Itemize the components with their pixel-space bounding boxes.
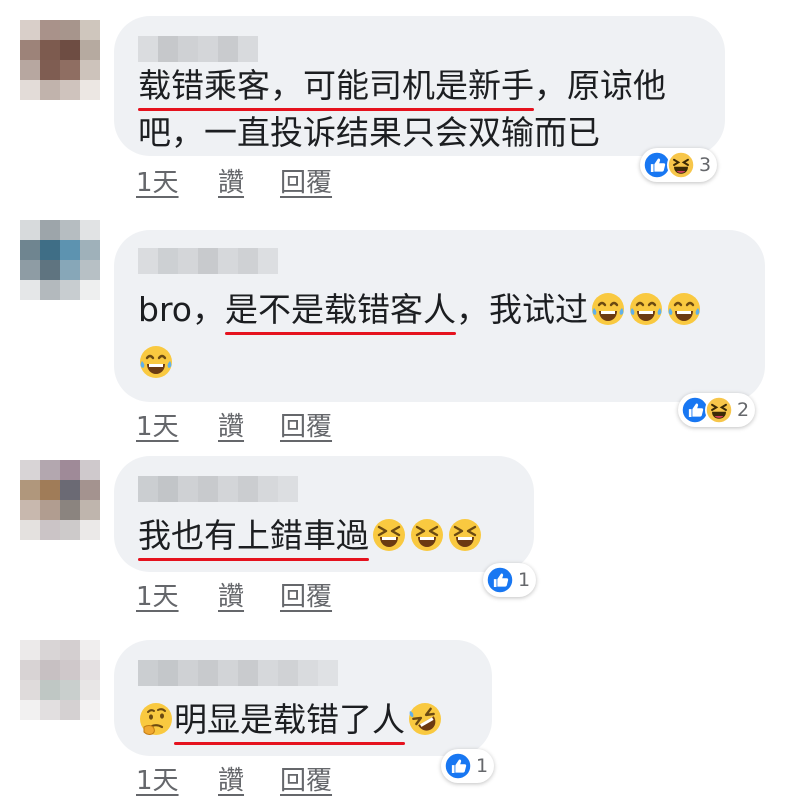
underlined-text: 载错乘客，可能司机是新手 [138,62,534,111]
like-button[interactable]: 讚 [218,576,244,613]
comment-text: bro，是不是载错客人，我试过 [138,286,702,386]
like-button[interactable]: 讚 [218,162,244,199]
timestamp-link[interactable]: 1天 [136,760,179,797]
reaction-count: 1 [476,755,489,777]
reaction-summary[interactable]: 3 [640,148,718,182]
haha-icon [667,151,695,179]
laughing-emoji-icon [371,517,407,553]
avatar[interactable] [20,220,100,300]
reaction-count: 2 [737,399,750,421]
reply-button[interactable]: 回覆 [280,162,332,199]
reaction-summary[interactable]: 2 [678,393,756,427]
laughing-emoji-icon [409,517,445,553]
rofl-emoji-icon [407,701,443,737]
comment-text: 明显是载错了人 [138,696,443,745]
underlined-text: 明显是载错了人 [174,696,405,745]
reaction-count: 1 [518,569,531,591]
like-icon [444,752,472,780]
joy-emoji-icon [138,344,174,380]
laughing-emoji-icon [447,517,483,553]
like-button[interactable]: 讚 [218,760,244,797]
avatar[interactable] [20,640,100,720]
comment-bubble: 明显是载错了人 [114,640,492,756]
timestamp-link[interactable]: 1天 [136,162,179,199]
joy-emoji-icon [628,291,664,327]
underlined-text: 我也有上錯車過 [138,512,369,561]
timestamp-link[interactable]: 1天 [136,406,179,443]
reaction-summary[interactable]: 1 [441,749,495,783]
reaction-summary[interactable]: 1 [483,563,537,597]
comment-bubble: 载错乘客，可能司机是新手，原谅他 吧，一直投诉结果只会双输而已 [114,16,725,156]
like-button[interactable]: 讚 [218,406,244,443]
underlined-text: 是不是载错客人 [224,286,456,335]
avatar[interactable] [20,20,100,100]
reaction-count: 3 [699,154,712,176]
joy-emoji-icon [666,291,702,327]
comment-bubble: bro，是不是载错客人，我试过 [114,230,765,402]
comment-bubble: 我也有上錯車過 [114,456,534,572]
thinking-emoji-icon [138,701,174,737]
author-name-blurred[interactable] [138,660,338,686]
author-name-blurred[interactable] [138,476,298,502]
like-icon [486,566,514,594]
timestamp-link[interactable]: 1天 [136,576,179,613]
comment-text: 载错乘客，可能司机是新手，原谅他 吧，一直投诉结果只会双输而已 [138,62,666,156]
author-name-blurred[interactable] [138,248,278,274]
author-name-blurred[interactable] [138,36,258,62]
reply-button[interactable]: 回覆 [280,576,332,613]
reply-button[interactable]: 回覆 [280,760,332,797]
reply-button[interactable]: 回覆 [280,406,332,443]
haha-icon [705,396,733,424]
avatar[interactable] [20,460,100,540]
comment-text: 我也有上錯車過 [138,512,483,561]
joy-emoji-icon [590,291,626,327]
